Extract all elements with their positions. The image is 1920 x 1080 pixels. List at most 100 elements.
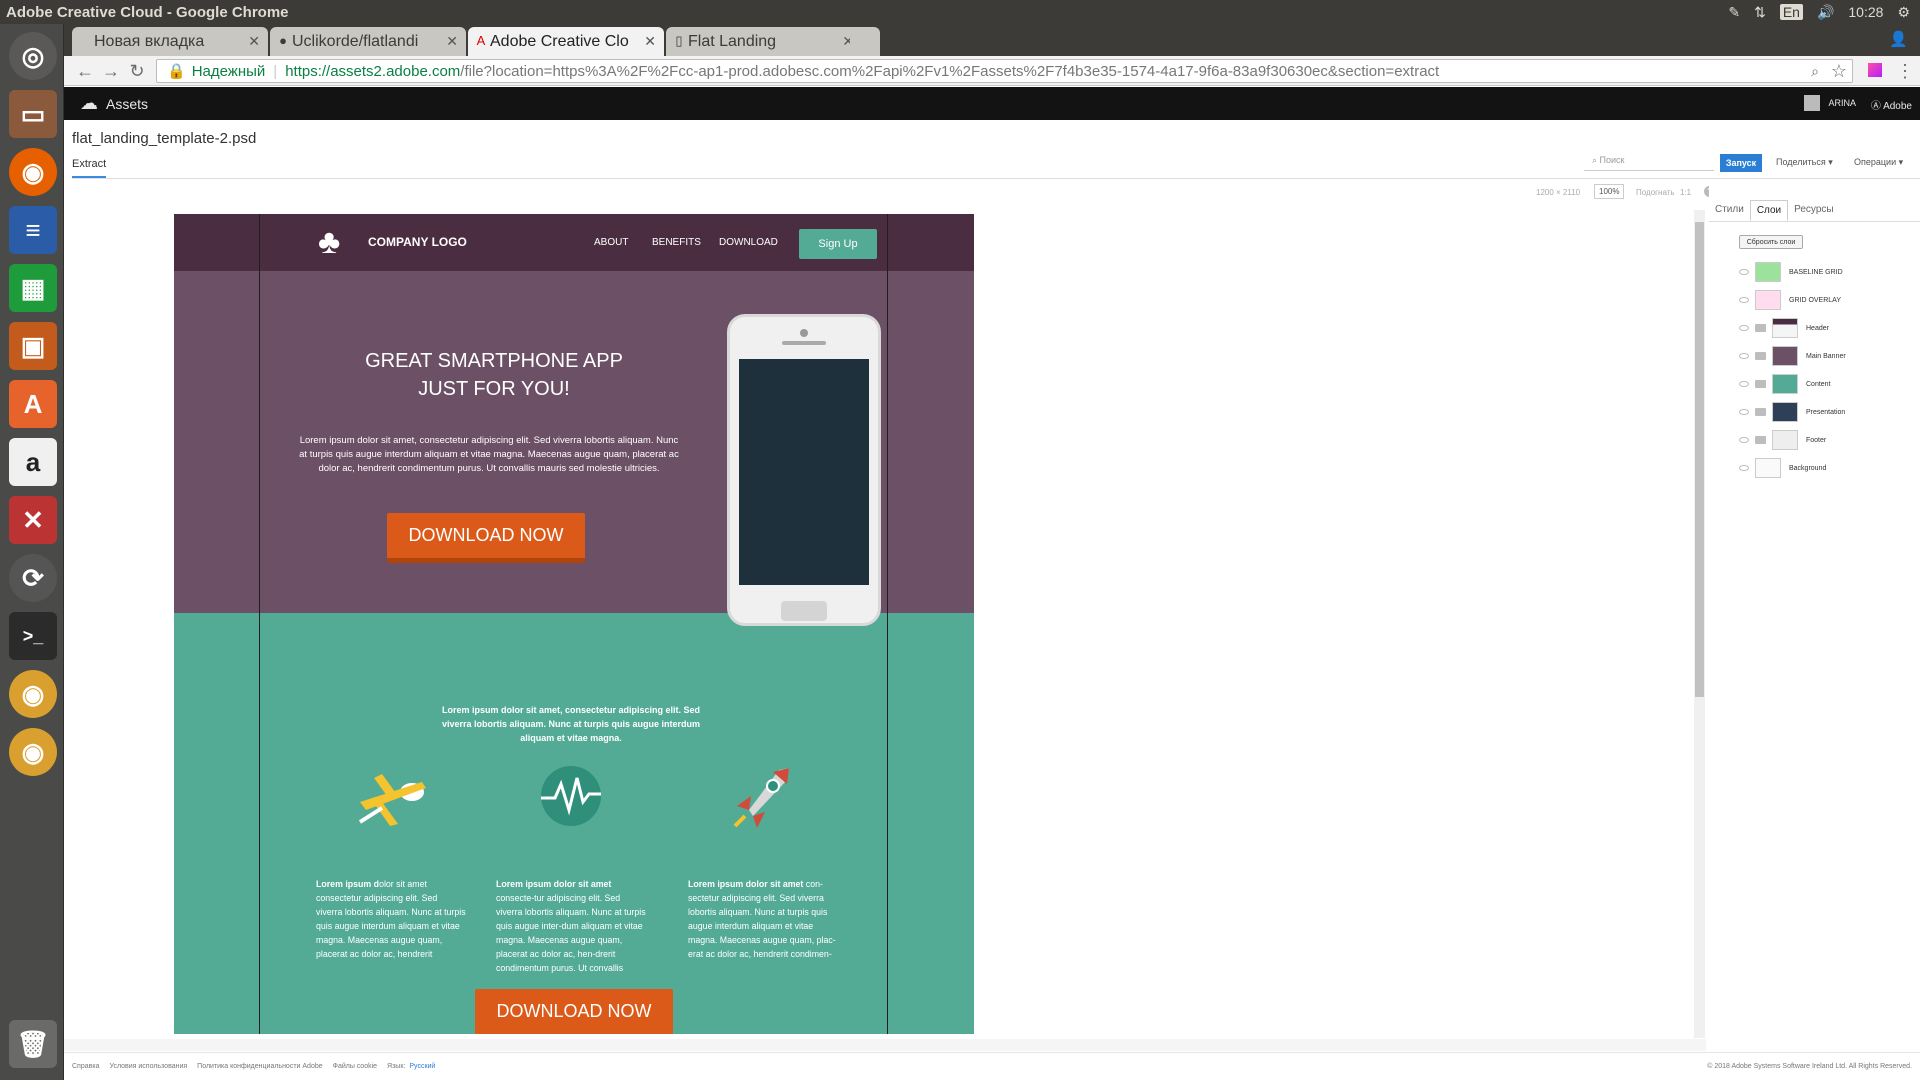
layer-item[interactable]: BASELINE GRID bbox=[1739, 260, 1919, 284]
zoom-icon[interactable]: ⌕ bbox=[1804, 60, 1826, 82]
eye-icon[interactable] bbox=[1739, 465, 1749, 471]
writer-icon[interactable]: ≡ bbox=[9, 206, 57, 254]
search-input[interactable]: ⌕ Поиск bbox=[1584, 155, 1714, 171]
nav-benefits[interactable]: BENEFITS bbox=[652, 237, 701, 248]
tab-extract[interactable]: Extract bbox=[72, 158, 107, 178]
adobe-logo[interactable]: Ⓐ Adobe bbox=[1871, 97, 1912, 112]
zoom-input[interactable]: 100% bbox=[1594, 184, 1625, 199]
eye-icon[interactable] bbox=[1739, 325, 1749, 331]
dash-icon[interactable]: ◎ bbox=[9, 32, 57, 80]
tab-layers[interactable]: Слои bbox=[1749, 200, 1789, 221]
network-icon[interactable]: ⇅ bbox=[1754, 4, 1766, 21]
footer-privacy-link[interactable]: Политика конфиденциальности Adobe bbox=[197, 1063, 322, 1070]
volume-icon[interactable]: 🔊 bbox=[1817, 4, 1834, 21]
eye-icon[interactable] bbox=[1739, 269, 1749, 275]
assets-page: flat_landing_template-2.psd Extract ⌕ По… bbox=[64, 120, 1920, 1080]
reload-icon[interactable]: ↻ bbox=[126, 60, 148, 82]
layer-item[interactable]: Background bbox=[1739, 456, 1919, 480]
impress-icon[interactable]: ▣ bbox=[9, 322, 57, 370]
actual-size-button[interactable]: 1:1 bbox=[1680, 188, 1691, 197]
layer-name: Background bbox=[1789, 464, 1827, 472]
close-icon[interactable]: ✕ bbox=[248, 33, 260, 50]
feature-3-bold: Lorem ipsum dolor sit amet bbox=[688, 879, 804, 889]
run-button[interactable]: Запуск bbox=[1720, 154, 1762, 172]
footer-language-link[interactable]: Русский bbox=[409, 1063, 435, 1070]
feature-1-text: olor sit amet consectetur adipiscing eli… bbox=[316, 879, 466, 959]
software-center-icon[interactable]: A bbox=[9, 380, 57, 428]
close-icon[interactable]: ✕ bbox=[644, 33, 656, 50]
extension-icon[interactable] bbox=[1864, 60, 1886, 82]
adobe-header: ☁ Assets ARINA Ⓐ Adobe bbox=[64, 87, 1920, 120]
user-name[interactable]: ARINA bbox=[1828, 98, 1856, 108]
eye-icon[interactable] bbox=[1739, 353, 1749, 359]
signup-button[interactable]: Sign Up bbox=[799, 229, 877, 259]
layer-item[interactable]: Main Banner bbox=[1739, 344, 1919, 368]
footer-terms-link[interactable]: Условия использования bbox=[109, 1063, 187, 1070]
amazon-icon[interactable]: a bbox=[9, 438, 57, 486]
tab-github[interactable]: ● Uclikorde/flatlandi ✕ bbox=[270, 27, 466, 56]
vertical-scrollbar[interactable] bbox=[1694, 210, 1705, 1038]
eye-icon[interactable] bbox=[1739, 381, 1749, 387]
mock-header[interactable]: ♣ COMPANY LOGO ABOUT BENEFITS DOWNLOAD S… bbox=[174, 214, 974, 271]
tab-new-tab[interactable]: Новая вкладка ✕ bbox=[72, 27, 268, 56]
chrome-icon[interactable]: ◉ bbox=[9, 670, 57, 718]
layer-item[interactable]: Presentation bbox=[1739, 400, 1919, 424]
tab-adobe[interactable]: A Adobe Creative Clo ✕ bbox=[468, 27, 664, 56]
download-button[interactable]: DOWNLOAD NOW bbox=[387, 513, 585, 563]
github-icon: ● bbox=[279, 33, 287, 48]
horizontal-scrollbar[interactable] bbox=[64, 1039, 1706, 1051]
tab-styles[interactable]: Стили bbox=[1709, 200, 1750, 221]
layer-item[interactable]: GRID OVERLAY bbox=[1739, 288, 1919, 312]
psd-canvas[interactable]: ♣ COMPANY LOGO ABOUT BENEFITS DOWNLOAD S… bbox=[174, 214, 974, 1034]
back-icon[interactable]: ← bbox=[74, 60, 96, 82]
close-icon[interactable]: ✕ bbox=[446, 33, 458, 50]
eye-icon[interactable] bbox=[1739, 437, 1749, 443]
layer-item[interactable]: Footer bbox=[1739, 428, 1919, 452]
firefox-icon[interactable]: ◉ bbox=[9, 148, 57, 196]
clock[interactable]: 10:28 bbox=[1848, 4, 1883, 20]
updater-icon[interactable]: ⟳ bbox=[9, 554, 57, 602]
eye-icon[interactable] bbox=[1739, 409, 1749, 415]
menu-icon[interactable]: ⋮ bbox=[1894, 60, 1916, 82]
tab-resources[interactable]: Ресурсы bbox=[1788, 200, 1839, 221]
company-logo[interactable]: COMPANY LOGO bbox=[368, 235, 467, 249]
nav-download[interactable]: DOWNLOAD bbox=[719, 237, 778, 248]
trash-icon[interactable]: 🗑 bbox=[9, 1020, 57, 1068]
fit-button[interactable]: Подогнать bbox=[1636, 188, 1675, 197]
footer-help-link[interactable]: Справка bbox=[72, 1063, 99, 1070]
calc-icon[interactable]: ▦ bbox=[9, 264, 57, 312]
layer-thumbnail bbox=[1772, 346, 1798, 366]
forward-icon[interactable]: → bbox=[100, 60, 122, 82]
rocket-icon bbox=[733, 768, 789, 828]
new-tab-button[interactable] bbox=[850, 27, 880, 56]
files-icon[interactable]: ▭ bbox=[9, 90, 57, 138]
profile-icon[interactable]: 👤 bbox=[1889, 30, 1908, 48]
bookmark-star-icon[interactable]: ☆ bbox=[1828, 60, 1850, 82]
download-button-2[interactable]: DOWNLOAD NOW bbox=[475, 989, 673, 1034]
phone-screen bbox=[739, 359, 869, 585]
avatar[interactable] bbox=[1804, 95, 1820, 111]
footer-cookies-link[interactable]: Файлы cookie bbox=[333, 1063, 377, 1070]
pen-icon[interactable]: ✎ bbox=[1728, 4, 1740, 21]
chrome-icon-2[interactable]: ◉ bbox=[9, 728, 57, 776]
tab-flat-landing[interactable]: ▯ Flat Landing ✕ bbox=[666, 27, 862, 56]
keyboard-layout[interactable]: En bbox=[1779, 4, 1803, 20]
secure-label: Надежный bbox=[191, 62, 266, 80]
settings-icon[interactable]: ⚙ bbox=[1897, 4, 1910, 21]
footer-copyright: © 2018 Adobe Systems Software Ireland Lt… bbox=[1707, 1063, 1912, 1070]
headline-line-1: GREAT SMARTPHONE APP bbox=[365, 350, 623, 372]
address-bar[interactable]: 🔒 Надежный | https://assets2.adobe.com/f… bbox=[156, 59, 1853, 83]
layer-item[interactable]: Content bbox=[1739, 372, 1919, 396]
scroll-thumb[interactable] bbox=[1695, 222, 1704, 697]
eye-icon[interactable] bbox=[1739, 297, 1749, 303]
nav-about[interactable]: ABOUT bbox=[594, 237, 628, 248]
creative-cloud-icon[interactable]: ☁ bbox=[80, 93, 98, 114]
app-title[interactable]: Assets bbox=[106, 96, 148, 112]
system-tools-icon[interactable]: ✕ bbox=[9, 496, 57, 544]
layer-item[interactable]: Header bbox=[1739, 316, 1919, 340]
share-menu[interactable]: Поделиться ▾ bbox=[1776, 157, 1833, 168]
operations-menu[interactable]: Операции ▾ bbox=[1854, 157, 1903, 168]
terminal-icon[interactable]: >_ bbox=[9, 612, 57, 660]
layer-thumbnail bbox=[1772, 318, 1798, 338]
reset-layers-button[interactable]: Сбросить слои bbox=[1739, 235, 1803, 249]
